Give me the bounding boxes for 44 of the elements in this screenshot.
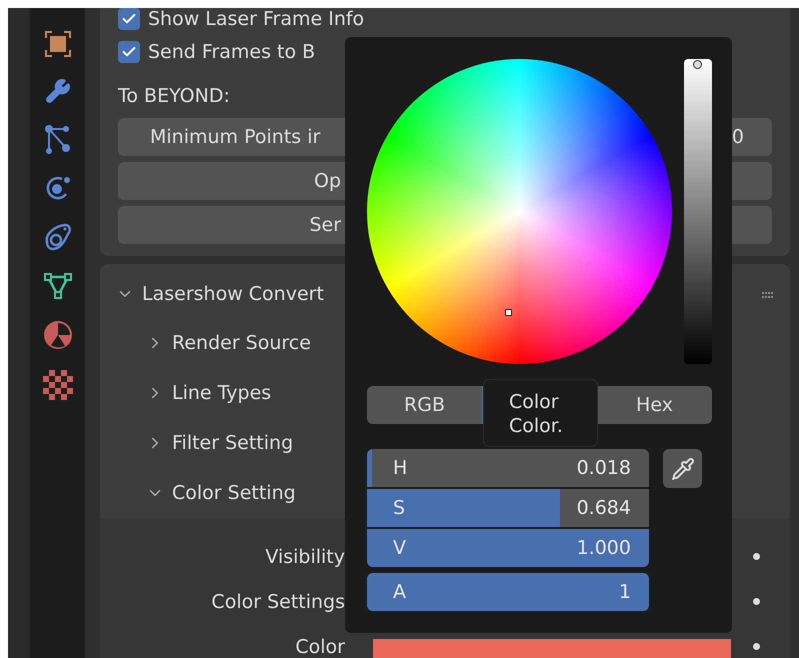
channel-slider[interactable]: V 1.000 [367, 529, 649, 567]
channel-value: 0.018 [576, 457, 631, 479]
property-label: Visibility [264, 546, 345, 568]
property-label: Color Settings [210, 590, 345, 612]
wrench-icon[interactable] [44, 78, 70, 104]
mode-tab[interactable]: Hex [597, 386, 712, 424]
ring-icon[interactable] [42, 222, 72, 252]
orbit-icon[interactable] [44, 174, 72, 202]
keyframe-dot-icon[interactable] [753, 643, 760, 650]
channel-label: A [393, 581, 406, 603]
checkbox[interactable] [118, 41, 140, 63]
channel-slider[interactable]: H 0.018 [367, 449, 649, 487]
nodes-icon[interactable] [44, 124, 72, 154]
keyframe-dot-icon[interactable] [753, 598, 760, 605]
keyframe-dot-icon[interactable] [753, 553, 760, 560]
property-label: Color [294, 636, 345, 658]
eyedropper-button[interactable] [663, 449, 702, 488]
checkbox-label: Show Laser Frame Info [148, 8, 364, 30]
channel-value: 1.000 [576, 537, 631, 559]
channel-label: V [393, 537, 406, 559]
checkbox[interactable] [118, 8, 140, 30]
eyedropper-icon [670, 456, 694, 480]
channel-slider[interactable]: A 1 [367, 573, 649, 611]
mode-tab[interactable]: RGB [367, 386, 482, 424]
panel-title[interactable]: Lasershow Convert [142, 283, 324, 305]
wheel-marker[interactable] [505, 309, 512, 316]
subpanel-title[interactable]: Color Setting [172, 482, 296, 504]
subpanel-title[interactable]: Line Types [172, 382, 272, 404]
grip-icon[interactable] [762, 292, 774, 298]
checkbox-label: Send Frames to B [148, 41, 316, 63]
section-heading: To BEYOND: [118, 84, 231, 109]
channel-label: S [393, 497, 406, 519]
value-slider[interactable] [684, 59, 712, 364]
sphere-icon[interactable] [42, 320, 72, 350]
channel-value: 1 [618, 581, 631, 603]
object-icon[interactable] [44, 30, 72, 58]
subpanel-title[interactable]: Filter Setting [172, 432, 294, 454]
subpanel-title[interactable]: Render Source [172, 332, 311, 354]
channel-slider[interactable]: S 0.684 [367, 489, 649, 527]
triangle-icon[interactable] [44, 272, 72, 300]
channel-label: H [393, 457, 408, 479]
channel-value: 0.684 [576, 497, 631, 519]
tooltip-text: Color [509, 390, 560, 414]
tooltip-text: Color. [509, 414, 564, 438]
